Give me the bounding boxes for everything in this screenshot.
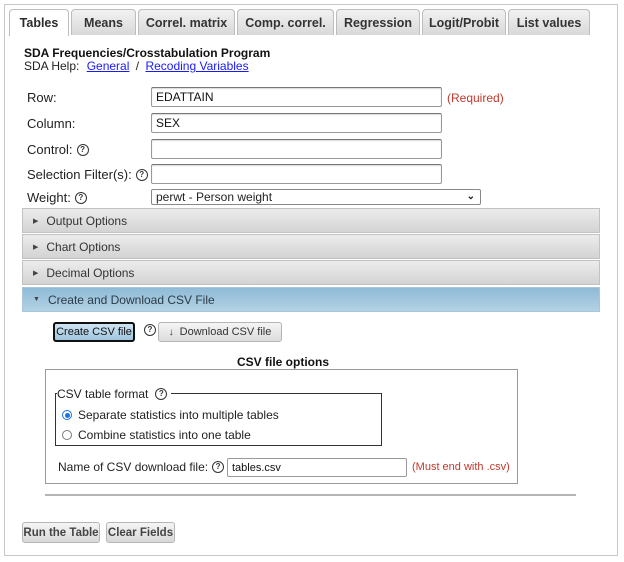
help-prefix: SDA Help: xyxy=(24,59,80,73)
selection-filter-input[interactable] xyxy=(151,164,442,184)
control-input[interactable] xyxy=(151,139,442,159)
caret-right-icon: ▶ xyxy=(33,269,39,277)
csv-format-legend: CSV table format? xyxy=(57,387,172,401)
radio-button[interactable] xyxy=(62,430,72,440)
tab-logit-probit[interactable]: Logit/Probit xyxy=(422,9,506,35)
weight-selected-value: perwt - Person weight xyxy=(156,190,273,204)
accordion-output-options[interactable]: ▶ Output Options xyxy=(22,208,600,233)
caret-right-icon: ▶ xyxy=(33,217,39,225)
create-csv-button[interactable]: Create CSV file xyxy=(53,322,135,342)
accordion-decimal-options[interactable]: ▶ Decimal Options xyxy=(22,260,600,285)
control-label-text: Control: xyxy=(27,142,73,157)
download-csv-button[interactable]: ↓ Download CSV file xyxy=(158,322,282,342)
download-icon: ↓ xyxy=(168,326,174,338)
run-table-button[interactable]: Run the Table xyxy=(22,522,100,543)
chevron-down-icon: ⌄ xyxy=(466,191,475,202)
weight-select[interactable]: perwt - Person weight ⌄ xyxy=(151,189,481,205)
tab-means[interactable]: Means xyxy=(71,9,136,35)
caret-down-icon: ▼ xyxy=(33,296,40,303)
filter-label: Selection Filter(s):? xyxy=(27,167,148,182)
program-tabs: Tables Means Correl. matrix Comp. correl… xyxy=(9,9,592,36)
control-label: Control:? xyxy=(27,142,89,157)
tab-tables[interactable]: Tables xyxy=(9,9,69,36)
radio-label: Combine statistics into one table xyxy=(78,428,251,442)
tab-list-values[interactable]: List values xyxy=(508,9,590,35)
accordion-label: Decimal Options xyxy=(46,265,135,280)
csv-filename-label: Name of CSV download file:? xyxy=(58,460,225,474)
csv-filename-note: (Must end with .csv) xyxy=(412,461,510,473)
help-icon[interactable]: ? xyxy=(76,144,89,156)
help-separator: / xyxy=(135,59,140,73)
help-icon[interactable]: ? xyxy=(144,324,156,336)
help-link-recoding-variables[interactable]: Recoding Variables xyxy=(145,59,248,73)
accordion-label: Chart Options xyxy=(46,239,121,254)
row-label: Row: xyxy=(27,90,57,105)
csv-filename-input[interactable] xyxy=(227,458,407,477)
radio-combine-tables[interactable]: Combine statistics into one table xyxy=(62,428,251,442)
column-label: Column: xyxy=(27,116,76,131)
help-icon[interactable]: ? xyxy=(74,192,87,204)
filter-label-text: Selection Filter(s): xyxy=(27,167,132,182)
column-input[interactable] xyxy=(151,113,442,133)
radio-button[interactable] xyxy=(62,410,72,420)
accordion-label: Create and Download CSV File xyxy=(47,292,215,307)
accordion-create-download-csv[interactable]: ▼ Create and Download CSV File xyxy=(22,287,600,312)
page-title: SDA Frequencies/Crosstabulation Program xyxy=(24,46,271,60)
help-icon[interactable]: ? xyxy=(212,461,225,473)
tab-comp-correl[interactable]: Comp. correl. xyxy=(237,9,334,35)
radio-separate-tables[interactable]: Separate statistics into multiple tables xyxy=(62,408,279,422)
help-icon[interactable]: ? xyxy=(155,388,168,400)
csv-filename-label-text: Name of CSV download file: xyxy=(58,460,209,474)
help-icon[interactable]: ? xyxy=(135,169,148,181)
row-input[interactable] xyxy=(151,87,442,107)
csv-format-legend-text: CSV table format xyxy=(57,387,149,401)
weight-label: Weight:? xyxy=(27,190,87,205)
csv-options-title: CSV file options xyxy=(237,355,330,369)
tab-regression[interactable]: Regression xyxy=(336,9,420,35)
accordion-label: Output Options xyxy=(46,213,128,228)
required-note: (Required) xyxy=(447,91,504,105)
radio-label: Separate statistics into multiple tables xyxy=(78,408,279,422)
weight-label-text: Weight: xyxy=(27,190,71,205)
download-csv-label: Download CSV file xyxy=(179,326,272,338)
tab-correl-matrix[interactable]: Correl. matrix xyxy=(138,9,235,35)
caret-right-icon: ▶ xyxy=(33,243,39,251)
help-link-general[interactable]: General xyxy=(87,59,130,73)
accordion-chart-options[interactable]: ▶ Chart Options xyxy=(22,234,600,259)
clear-fields-button[interactable]: Clear Fields xyxy=(106,522,175,543)
divider xyxy=(45,494,576,496)
help-links: SDA Help: General / Recoding Variables xyxy=(24,59,249,73)
